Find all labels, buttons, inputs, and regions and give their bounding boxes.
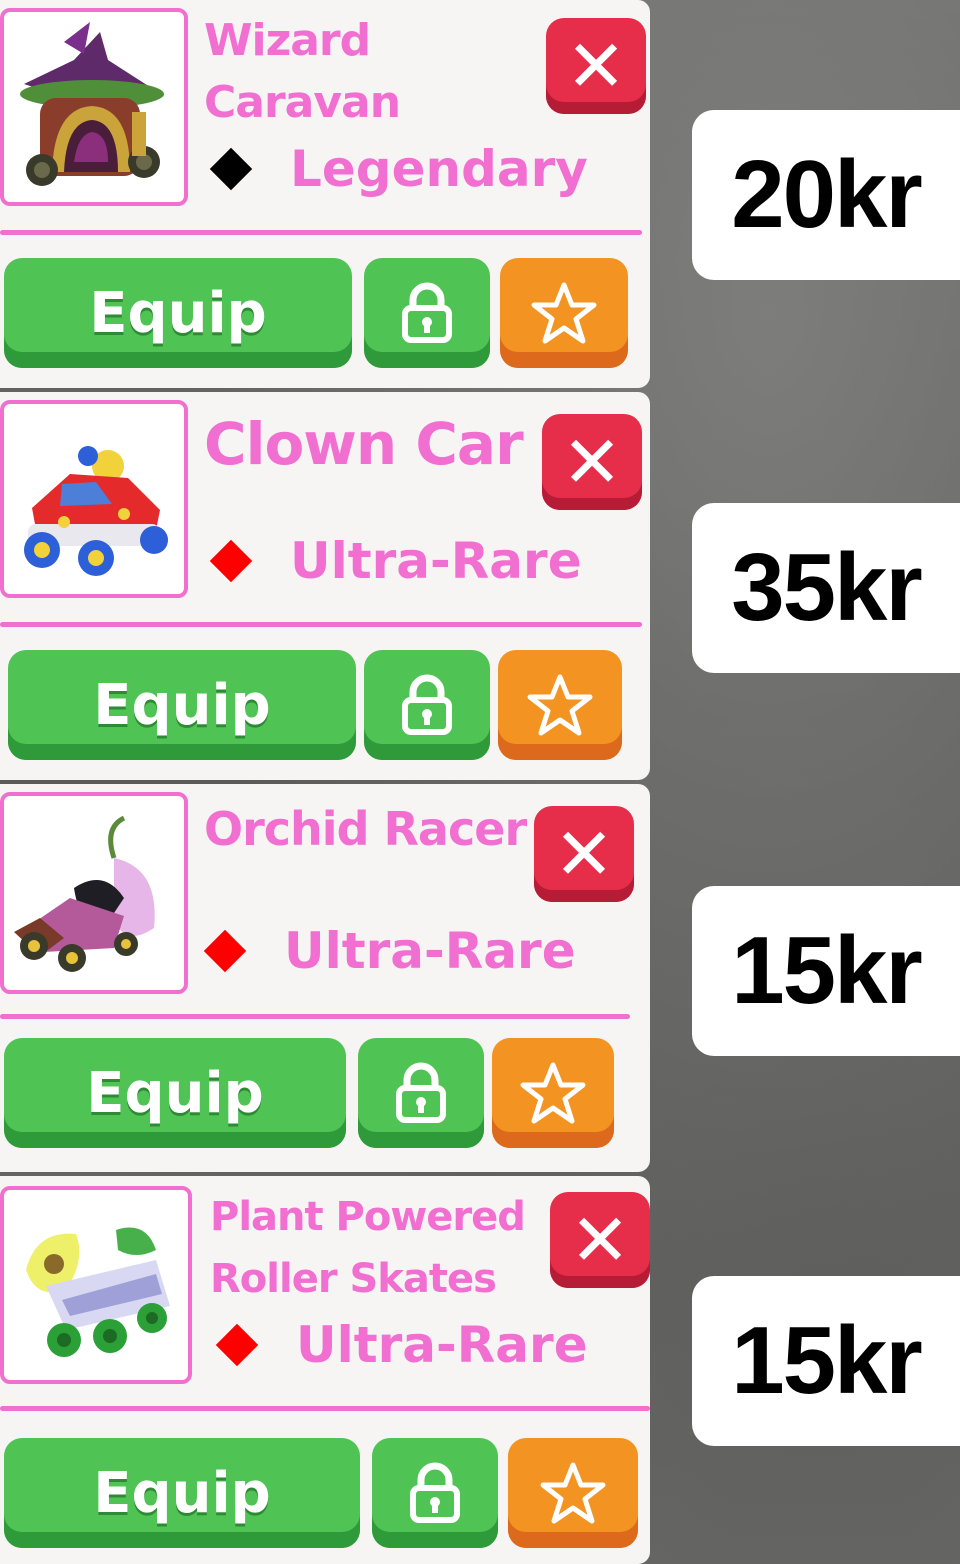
ultra-rare-diamond-icon bbox=[203, 929, 247, 973]
item-rarity: Ultra-Rare bbox=[204, 532, 582, 590]
item-card: Plant Powered Roller Skates Ultra-Rare ✕… bbox=[0, 1176, 650, 1564]
item-card: Orchid Racer Ultra-Rare ✕ Equip bbox=[0, 784, 650, 1172]
ultra-rare-diamond-icon bbox=[209, 539, 253, 583]
close-icon: ✕ bbox=[569, 1198, 631, 1282]
plant-roller-skates-icon bbox=[26, 1227, 170, 1357]
item-name: Orchid Racer bbox=[204, 802, 527, 856]
item-card: Clown Car Ultra-Rare ✕ Equip bbox=[0, 392, 650, 780]
remove-button[interactable]: ✕ bbox=[534, 806, 634, 902]
item-rarity-label: Legendary bbox=[290, 140, 588, 198]
equip-button[interactable]: Equip bbox=[4, 1438, 360, 1548]
equip-button[interactable]: Equip bbox=[4, 258, 352, 368]
lock-icon bbox=[402, 674, 452, 735]
lock-button[interactable] bbox=[364, 258, 490, 368]
star-icon bbox=[520, 1062, 586, 1124]
item-rarity-label: Ultra-Rare bbox=[296, 1316, 588, 1374]
item-thumbnail bbox=[0, 400, 188, 598]
price-tag: 15kr bbox=[692, 886, 960, 1056]
close-icon: ✕ bbox=[561, 420, 623, 504]
favorite-button[interactable] bbox=[500, 258, 628, 368]
lock-button[interactable] bbox=[364, 650, 490, 760]
price-tag: 20kr bbox=[692, 110, 960, 280]
lock-button[interactable] bbox=[358, 1038, 484, 1148]
favorite-button[interactable] bbox=[498, 650, 622, 760]
remove-button[interactable]: ✕ bbox=[550, 1192, 650, 1288]
item-rarity: Legendary bbox=[204, 140, 588, 198]
price-tag: 35kr bbox=[692, 503, 960, 673]
item-rarity: Ultra-Rare bbox=[198, 922, 576, 980]
wizard-caravan-icon bbox=[20, 22, 164, 186]
remove-button[interactable]: ✕ bbox=[542, 414, 642, 510]
divider bbox=[0, 1014, 630, 1019]
clown-car-icon bbox=[24, 446, 168, 576]
equip-button[interactable]: Equip bbox=[4, 1038, 346, 1148]
ultra-rare-diamond-icon bbox=[215, 1323, 259, 1367]
price-tag: 15kr bbox=[692, 1276, 960, 1446]
item-thumbnail bbox=[0, 1186, 192, 1384]
star-icon bbox=[531, 282, 597, 344]
lock-icon bbox=[410, 1462, 460, 1523]
item-name: Plant Powered Roller Skates bbox=[210, 1194, 526, 1302]
divider bbox=[0, 1406, 650, 1411]
star-icon bbox=[527, 674, 593, 736]
item-card: Wizard Caravan Legendary ✕ Equip bbox=[0, 0, 650, 388]
item-name: Clown Car bbox=[204, 410, 524, 478]
item-name: Wizard Caravan bbox=[204, 15, 401, 128]
item-thumbnail bbox=[0, 8, 188, 206]
lock-icon bbox=[396, 1062, 446, 1123]
lock-icon bbox=[402, 282, 452, 343]
star-icon bbox=[540, 1462, 606, 1524]
favorite-button[interactable] bbox=[508, 1438, 638, 1548]
item-rarity: Ultra-Rare bbox=[210, 1316, 588, 1374]
item-rarity-label: Ultra-Rare bbox=[290, 532, 582, 590]
equip-button[interactable]: Equip bbox=[8, 650, 356, 760]
item-rarity-label: Ultra-Rare bbox=[284, 922, 576, 980]
divider bbox=[0, 230, 642, 235]
close-icon: ✕ bbox=[553, 812, 615, 896]
remove-button[interactable]: ✕ bbox=[546, 18, 646, 114]
legendary-diamond-icon bbox=[209, 147, 253, 191]
close-icon: ✕ bbox=[565, 24, 627, 108]
favorite-button[interactable] bbox=[492, 1038, 614, 1148]
orchid-racer-icon bbox=[14, 815, 155, 972]
lock-button[interactable] bbox=[372, 1438, 498, 1548]
divider bbox=[0, 622, 642, 627]
item-thumbnail bbox=[0, 792, 188, 994]
